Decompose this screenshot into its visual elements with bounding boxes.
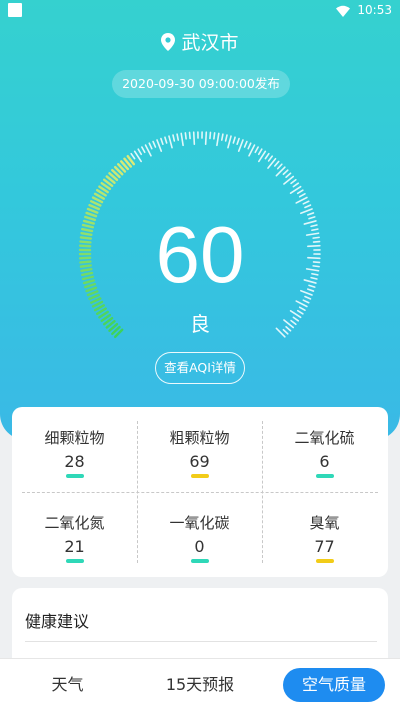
gauge-tick bbox=[164, 136, 168, 144]
gauge-tick bbox=[137, 148, 143, 156]
gauge-tick bbox=[227, 135, 232, 149]
pollutant-no2[interactable]: 二氧化氮 21 bbox=[12, 492, 137, 577]
gauge-tick bbox=[204, 131, 208, 145]
pollutant-name: 粗颗粒物 bbox=[169, 429, 230, 447]
gauge-tick bbox=[220, 133, 224, 141]
gauge-tick bbox=[88, 203, 100, 211]
gauge-tick bbox=[247, 142, 252, 150]
gauge-tick bbox=[304, 204, 312, 209]
health-advice-title: 健康建议 bbox=[25, 612, 90, 631]
pollutant-value: 69 bbox=[189, 452, 210, 471]
gauge-tick bbox=[290, 178, 297, 185]
gauge-tick bbox=[209, 131, 212, 140]
notification-icon bbox=[8, 3, 22, 17]
aqi-value: 60 bbox=[155, 210, 245, 299]
pollutant-so2[interactable]: 二氧化硫 6 bbox=[262, 407, 387, 492]
gauge-tick bbox=[130, 152, 136, 160]
tab-air-quality[interactable]: 空气质量 bbox=[283, 668, 385, 702]
health-advice-card: 健康建议 bbox=[12, 588, 388, 668]
pollutant-name: 二氧化硫 bbox=[294, 429, 355, 447]
gauge-tick bbox=[156, 139, 163, 152]
bottom-tab-bar: 天气 15天预报 空气质量 bbox=[0, 658, 400, 710]
publish-time-badge: 2020-09-30 09:00:00发布 bbox=[112, 70, 290, 98]
gauge-tick bbox=[302, 299, 310, 304]
gauge-tick bbox=[236, 137, 240, 146]
aqi-detail-button[interactable]: 查看AQI详情 bbox=[155, 352, 245, 384]
gauge-tick bbox=[152, 140, 157, 148]
gauge-tick bbox=[276, 163, 283, 170]
pollutant-indicator bbox=[316, 474, 334, 478]
gauge-tick bbox=[172, 134, 176, 142]
status-bar: 10:53 bbox=[0, 0, 400, 24]
location-pin-icon bbox=[161, 32, 176, 51]
gauge-tick bbox=[267, 155, 274, 162]
gauge-tick bbox=[273, 160, 280, 167]
pollutant-value: 21 bbox=[64, 537, 85, 556]
pollutant-indicator bbox=[66, 559, 84, 563]
pollutant-value: 0 bbox=[194, 537, 205, 556]
gauge-tick bbox=[298, 193, 306, 198]
pollutant-indicator bbox=[66, 474, 84, 478]
city-name: 武汉市 bbox=[181, 32, 239, 54]
gauge-tick bbox=[188, 131, 191, 140]
gauge-tick bbox=[292, 182, 300, 188]
pollutant-name: 细颗粒物 bbox=[44, 429, 105, 447]
pollutant-pm25[interactable]: 细颗粒物 28 bbox=[12, 407, 137, 492]
divider bbox=[25, 641, 377, 642]
pollutant-value: 28 bbox=[64, 452, 85, 471]
pollutant-value: 6 bbox=[319, 452, 330, 471]
gauge-tick bbox=[184, 132, 187, 140]
gauge-tick bbox=[148, 142, 153, 150]
gauge-tick bbox=[285, 172, 292, 179]
gauge-tick bbox=[243, 140, 248, 148]
tab-15day-forecast[interactable]: 15天预报 bbox=[150, 659, 250, 710]
pollutant-grid: 细颗粒物 28 粗颗粒物 69 二氧化硫 6 二氧化氮 21 一氧化碳 0 臭氧… bbox=[12, 407, 388, 577]
gauge-tick bbox=[141, 146, 146, 154]
pollutant-value: 77 bbox=[314, 537, 335, 556]
gauge-tick bbox=[282, 169, 289, 176]
aqi-level: 良 bbox=[190, 312, 210, 336]
gauge-tick bbox=[90, 200, 102, 207]
gauge-tick bbox=[160, 137, 164, 146]
gauge-tick bbox=[176, 133, 180, 141]
wifi-icon bbox=[336, 5, 350, 17]
pollutant-pm10[interactable]: 粗颗粒物 69 bbox=[137, 407, 262, 492]
gauge-tick bbox=[302, 200, 310, 205]
gauge-tick bbox=[192, 131, 196, 145]
gauge-tick bbox=[254, 146, 259, 154]
gauge-tick bbox=[232, 136, 236, 144]
pollutant-name: 一氧化碳 bbox=[169, 514, 230, 532]
pollutant-name: 臭氧 bbox=[309, 514, 340, 532]
status-time: 10:53 bbox=[357, 3, 392, 17]
gauge-tick bbox=[213, 132, 216, 140]
gauge-tick bbox=[216, 132, 220, 147]
gauge-tick bbox=[264, 152, 270, 160]
pollutant-indicator bbox=[191, 474, 209, 478]
gauge-tick bbox=[224, 134, 228, 142]
pollutant-name: 二氧化氮 bbox=[44, 514, 105, 532]
gauge-tick bbox=[296, 189, 304, 195]
pollutant-indicator bbox=[191, 559, 209, 563]
location-header[interactable]: 武汉市 bbox=[0, 28, 400, 55]
pollutant-indicator bbox=[316, 559, 334, 563]
gauge-tick bbox=[180, 132, 184, 147]
gauge-tick bbox=[237, 139, 244, 152]
pollutant-o3[interactable]: 臭氧 77 bbox=[262, 492, 387, 577]
gauge-tick bbox=[257, 148, 263, 156]
gauge-tick bbox=[168, 135, 173, 149]
pollutant-co[interactable]: 一氧化碳 0 bbox=[137, 492, 262, 577]
tab-weather[interactable]: 天气 bbox=[20, 659, 115, 710]
grid-divider bbox=[22, 492, 378, 493]
